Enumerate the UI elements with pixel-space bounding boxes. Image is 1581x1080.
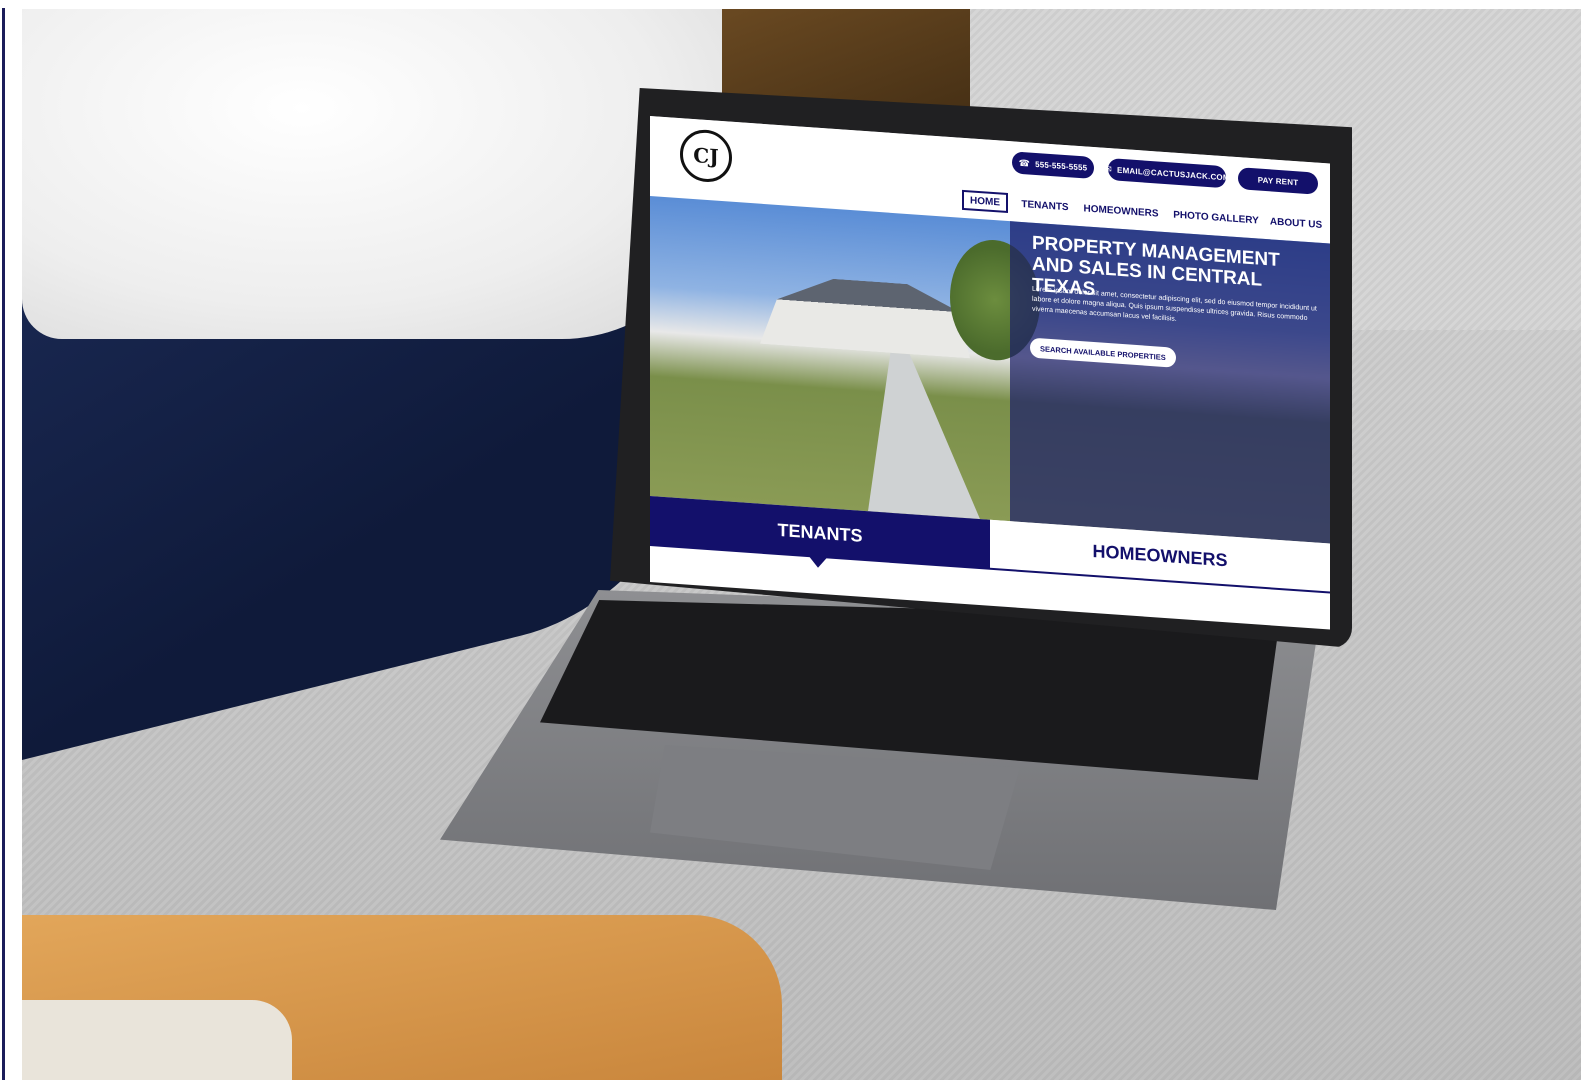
nav-tenants[interactable]: TENANTS — [1020, 194, 1070, 217]
tenants-tab-arrow — [808, 555, 828, 569]
photo-scene: CJ ☎ 555-555-5555 ✉ EMAIL@CACTUSJACK.COM… — [0, 0, 1581, 1080]
person-shirt — [22, 9, 722, 339]
nav-about-us[interactable]: ABOUT US — [1270, 211, 1322, 235]
left-border-line — [2, 8, 5, 1080]
hero-house-image — [760, 274, 970, 359]
email-label: EMAIL@CACTUSJACK.COM — [1117, 165, 1230, 183]
laptop-screen: CJ ☎ 555-555-5555 ✉ EMAIL@CACTUSJACK.COM… — [650, 116, 1330, 630]
cj-logo[interactable]: CJ — [680, 128, 732, 184]
nav-home[interactable]: HOME — [962, 189, 1008, 214]
mail-icon: ✉ — [1104, 163, 1113, 174]
nav-photo-gallery[interactable]: PHOTO GALLERY — [1173, 205, 1259, 231]
email-button[interactable]: ✉ EMAIL@CACTUSJACK.COM — [1104, 158, 1230, 189]
hero-walkway — [820, 348, 980, 519]
phone-icon: ☎ — [1018, 157, 1031, 169]
pay-rent-label: PAY RENT — [1257, 174, 1299, 187]
table-object — [22, 1000, 292, 1080]
nav-homeowners[interactable]: HOMEOWNERS — [1084, 198, 1159, 223]
phone-label: 555-555-5555 — [1035, 159, 1088, 173]
phone-button[interactable]: ☎ 555-555-5555 — [1012, 151, 1094, 180]
top-border — [22, 0, 1581, 9]
pay-rent-button[interactable]: PAY RENT — [1238, 167, 1318, 195]
